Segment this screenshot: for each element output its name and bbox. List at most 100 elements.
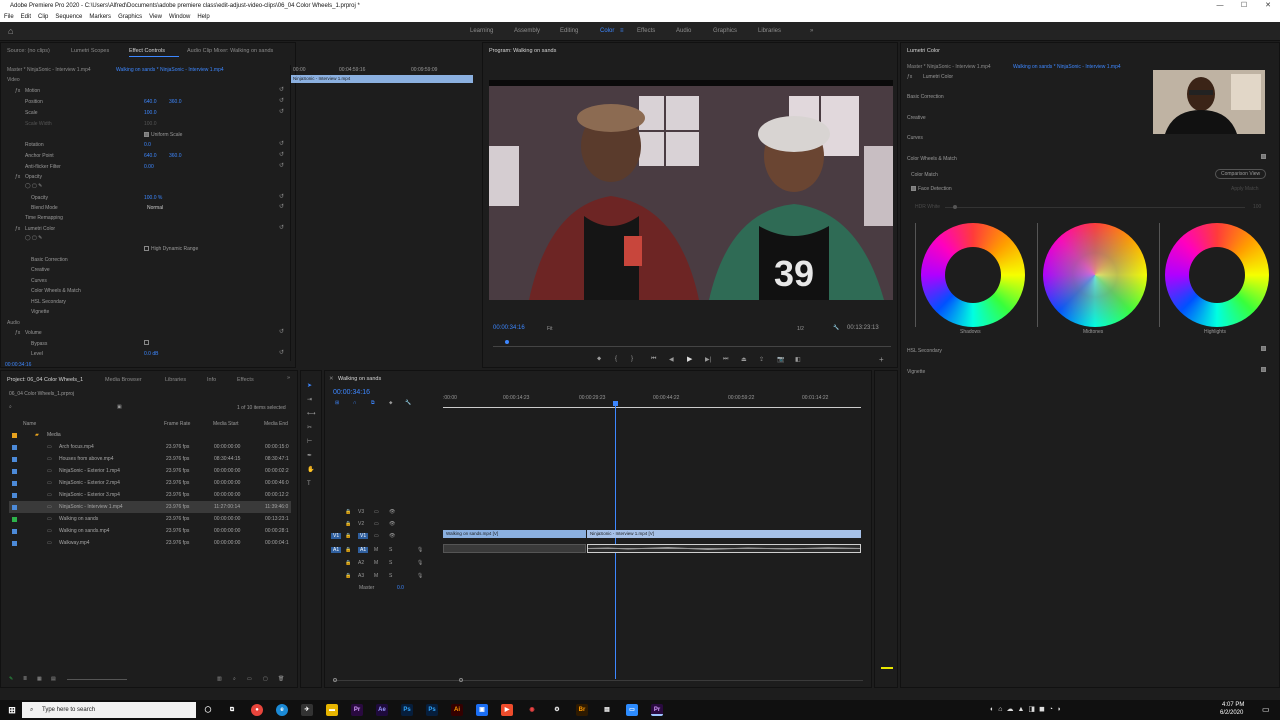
section-vignette[interactable]: Vignette	[907, 369, 925, 375]
work-area-bar[interactable]	[443, 407, 861, 408]
track-name-a2[interactable]: A2	[358, 560, 364, 566]
reset-icon[interactable]: ↺	[279, 224, 284, 231]
section-basic-correction[interactable]: Basic Correction	[907, 94, 944, 100]
premiere-icon[interactable]: Pr	[351, 704, 363, 716]
menu-edit[interactable]: Edit	[21, 12, 31, 22]
trash-icon[interactable]: 🗑	[278, 676, 284, 682]
workspace-color[interactable]: Color	[600, 28, 614, 34]
uniform-scale-checkbox[interactable]: Uniform Scale	[144, 132, 182, 138]
add-button-icon[interactable]: +	[879, 355, 884, 364]
horizontal-scrollbar[interactable]	[333, 680, 863, 681]
track-name-a1[interactable]: A1	[358, 547, 369, 553]
start-button-icon[interactable]: ⊞	[6, 704, 18, 716]
section-color-wheels[interactable]: Color Wheels & Match	[907, 156, 957, 162]
list-view-icon[interactable]: ≣	[23, 676, 27, 682]
hand-tool-icon[interactable]: ✋	[307, 467, 314, 473]
lumetri-color-wheels[interactable]: Color Wheels & Match	[31, 288, 81, 294]
lock-track-icon[interactable]: 🔒	[345, 560, 351, 566]
ec-clip-bar[interactable]: NinjaSonic - Interview 1.mp4	[291, 75, 473, 83]
export-frame-icon[interactable]: 📷	[777, 356, 784, 363]
lumetri-hsl-secondary[interactable]: HSL Secondary	[31, 299, 66, 305]
video-clip-ninjasonic-interview[interactable]: NinjaSonic - Interview 1.mp4 [V]	[587, 530, 861, 538]
razor-tool-icon[interactable]: ✂	[307, 425, 312, 431]
reset-icon[interactable]: ↺	[279, 162, 284, 169]
menu-file[interactable]: File	[4, 12, 14, 22]
section-hsl-secondary[interactable]: HSL Secondary	[907, 348, 942, 354]
playhead-handle[interactable]	[613, 401, 618, 406]
track-name-a3[interactable]: A3	[358, 573, 364, 579]
timeline-close-icon[interactable]: ✕	[329, 376, 334, 382]
timeline-playhead[interactable]	[615, 403, 616, 679]
shadows-wheel-center[interactable]	[945, 247, 1001, 303]
insert-icon[interactable]: ⧉	[371, 400, 375, 406]
ripple-edit-icon[interactable]: ⟷	[307, 411, 316, 417]
workspace-effects[interactable]: Effects	[637, 28, 655, 34]
new-bin-icon[interactable]: ▭	[247, 676, 252, 682]
tab-lumetri-color[interactable]: Lumetri Color	[907, 48, 940, 54]
project-item-row[interactable]: ▭ NinjaSonic - Interview 1.mp4 23.976 fps 1…	[9, 501, 291, 513]
blend-mode-select[interactable]: Normal	[147, 205, 163, 211]
notifications-icon[interactable]: ▭	[1262, 705, 1270, 714]
mute-track-icon[interactable]: M	[374, 547, 378, 553]
reset-icon[interactable]: ↺	[279, 97, 284, 104]
app-icon[interactable]: ⚙	[551, 704, 563, 716]
zoom-slider[interactable]	[67, 679, 127, 680]
label-color-swatch[interactable]	[12, 469, 17, 474]
audio-clip-ninjasonic-interview[interactable]	[587, 544, 861, 553]
app-icon[interactable]: ▤	[601, 704, 613, 716]
menu-markers[interactable]: Markers	[89, 12, 111, 22]
voice-over-mic-icon[interactable]: 🎙	[417, 560, 423, 566]
project-item-row[interactable]: ▭ NinjaSonic - Exterior 2.mp4 23.976 fps 00…	[9, 477, 291, 489]
section-creative[interactable]: Creative	[907, 115, 926, 121]
position-y-value[interactable]: 360.0	[169, 99, 182, 105]
menu-help[interactable]: Help	[197, 12, 209, 22]
lumetri-curves[interactable]: Curves	[31, 278, 47, 284]
new-item-icon[interactable]: ▢	[263, 676, 268, 682]
edge-icon[interactable]: e	[276, 704, 288, 716]
column-frame-rate[interactable]: Frame Rate	[164, 421, 190, 427]
task-view-icon[interactable]: ⧉	[226, 704, 238, 716]
lumetri-basic-correction[interactable]: Basic Correction	[31, 257, 68, 263]
section-enable-checkbox[interactable]	[1261, 346, 1268, 352]
mark-in-icon[interactable]: {	[615, 356, 617, 362]
column-name[interactable]: Name	[23, 421, 36, 427]
project-item-row[interactable]: ▭ Arch focus.mp4 23.976 fps 00:00:00:00 00:0…	[9, 441, 291, 453]
photoshop-icon[interactable]: Ps	[426, 704, 438, 716]
premiere-active-icon[interactable]: Pr	[651, 704, 663, 716]
menu-graphics[interactable]: Graphics	[118, 12, 142, 22]
section-enable-checkbox[interactable]	[1261, 154, 1268, 160]
hdr-checkbox[interactable]: High Dynamic Range	[144, 246, 198, 252]
app-icon[interactable]: ▶	[501, 704, 513, 716]
lock-track-icon[interactable]: 🔒	[345, 509, 351, 515]
face-detection-checkbox[interactable]: Face Detection	[911, 186, 952, 192]
after-effects-icon[interactable]: Ae	[376, 704, 388, 716]
mute-track-icon[interactable]: M	[374, 560, 378, 566]
label-color-swatch[interactable]	[12, 505, 17, 510]
photoshop-icon[interactable]: Ps	[401, 704, 413, 716]
bypass-checkbox[interactable]	[144, 340, 151, 346]
label-color-swatch[interactable]	[12, 517, 17, 522]
tab-effects[interactable]: Effects	[237, 377, 254, 383]
workspace-learning[interactable]: Learning	[470, 28, 493, 34]
time-remapping-label[interactable]: Time Remapping	[25, 215, 63, 221]
opacity-value[interactable]: 100.0 %	[144, 195, 162, 201]
home-icon[interactable]: ⌂	[8, 27, 13, 36]
lock-track-icon[interactable]: 🔒	[345, 521, 351, 527]
project-item-row[interactable]: ▭ Houses from above.mp4 23.976 fps 08:30:44…	[9, 453, 291, 465]
lumetri-effect-name[interactable]: Lumetri Color	[923, 74, 953, 80]
voice-over-mic-icon[interactable]: 🎙	[417, 573, 423, 579]
tab-project[interactable]: Project: 06_04 Color Wheels_1	[7, 377, 83, 383]
find-icon[interactable]: ⌕	[233, 676, 236, 682]
go-to-out-icon[interactable]: ⏭	[723, 356, 728, 363]
ec-timecode[interactable]: 00:00:34:16	[5, 362, 31, 368]
mask-ellipse-icon[interactable]: ◯ ▢ ✎	[25, 235, 42, 241]
lumetri-color-effect[interactable]: Lumetri Color	[25, 226, 55, 232]
more-workspaces-icon[interactable]: »	[810, 28, 813, 34]
anti-flicker-value[interactable]: 0.00	[144, 164, 154, 170]
solo-track-icon[interactable]: S	[389, 573, 392, 579]
reset-icon[interactable]: ↺	[279, 328, 284, 335]
label-color-swatch[interactable]	[12, 433, 17, 438]
more-tabs-icon[interactable]: »	[287, 375, 290, 381]
reset-icon[interactable]: ↺	[279, 203, 284, 210]
toggle-output-eye-icon[interactable]: 👁	[389, 533, 395, 539]
